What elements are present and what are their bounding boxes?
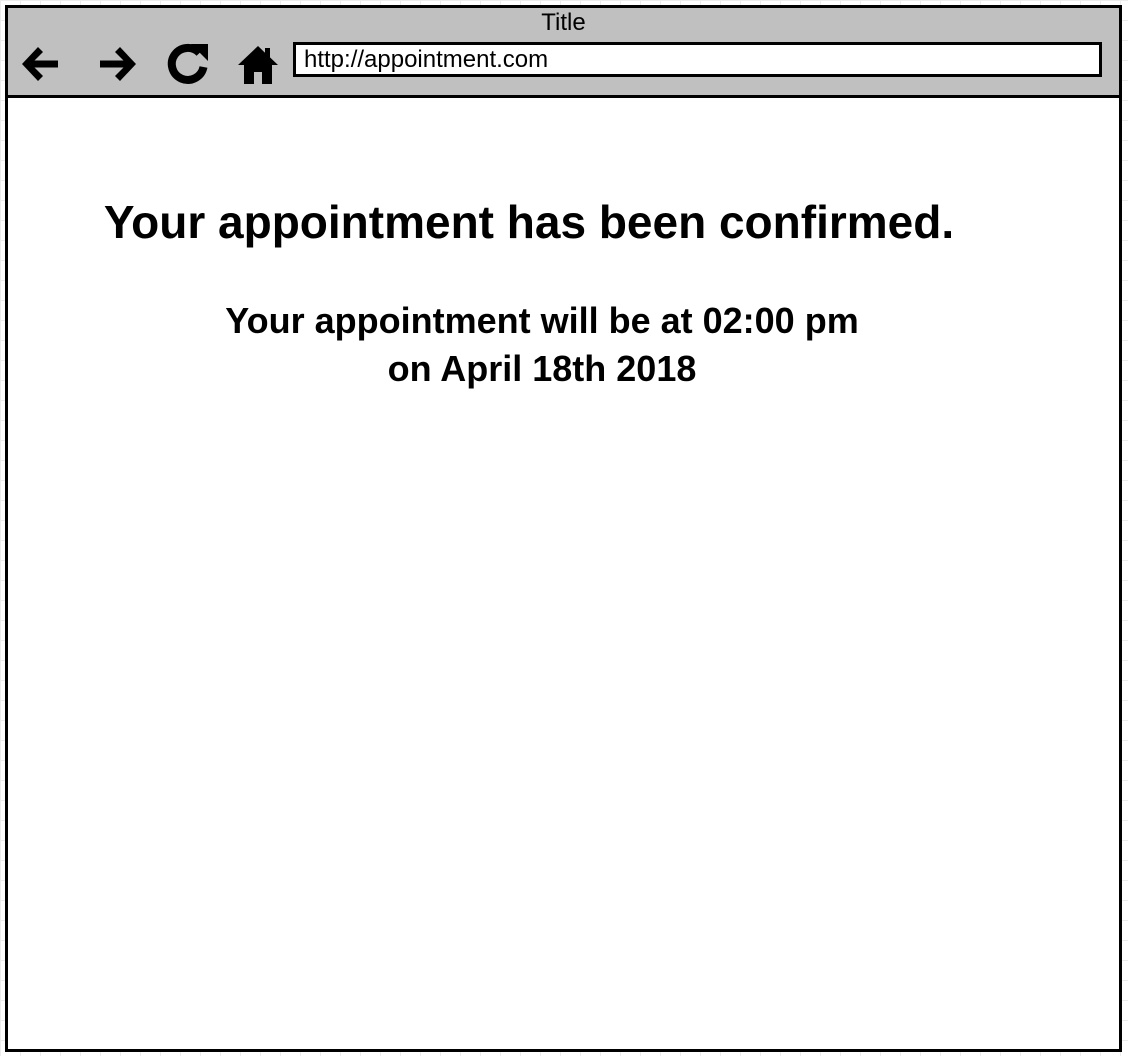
- appointment-date-text: on April 18th 2018: [387, 348, 697, 389]
- home-icon: [238, 46, 278, 84]
- forward-button[interactable]: [92, 38, 144, 90]
- arrow-left-icon: [22, 47, 58, 81]
- page-content: Your appointment has been confirmed. You…: [8, 98, 1119, 1049]
- arrow-right-icon: [100, 47, 136, 81]
- browser-window: Title Your appointment has been confir: [5, 5, 1122, 1052]
- back-button[interactable]: [14, 38, 66, 90]
- reload-button[interactable]: [162, 38, 214, 90]
- reload-icon: [167, 43, 208, 84]
- window-title: Title: [541, 9, 586, 36]
- home-button[interactable]: [232, 38, 284, 90]
- confirmation-heading: Your appointment has been confirmed.: [103, 196, 955, 248]
- appointment-time-text: Your appointment will be at 02:00 pm: [225, 300, 859, 341]
- appointment-details: Your appointment will be at 02:00 pm on …: [8, 297, 1076, 393]
- address-bar-input[interactable]: [293, 42, 1102, 77]
- browser-toolbar: Title: [8, 8, 1119, 98]
